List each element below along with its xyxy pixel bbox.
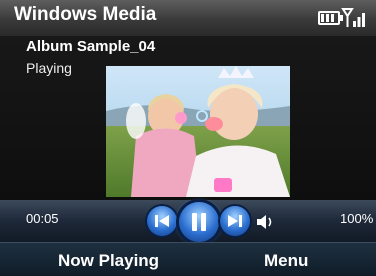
signal-icon [341,8,365,27]
elapsed-time: 00:05 [26,211,59,226]
volume-level: 100% [340,211,374,226]
softkey-bar [0,242,376,276]
menu-softkey[interactable]: Menu [264,251,308,271]
speaker-icon[interactable] [256,214,276,230]
next-button[interactable] [220,206,250,236]
playback-status: Playing [26,60,72,76]
album-title: Album Sample_04 [26,38,156,55]
now-playing-softkey[interactable]: Now Playing [58,251,159,271]
video-image [106,66,290,197]
battery-icon [318,11,343,25]
media-player-screen: Windows Media Album Sample_04 Playing 00… [0,0,376,276]
app-title: Windows Media [14,4,157,25]
next-icon [228,215,242,227]
title-bar: Windows Media [0,0,376,36]
play-pause-button[interactable] [179,202,219,242]
previous-button[interactable] [147,206,177,236]
previous-icon [155,215,169,227]
pause-icon [192,213,206,231]
video-frame[interactable] [106,66,290,197]
